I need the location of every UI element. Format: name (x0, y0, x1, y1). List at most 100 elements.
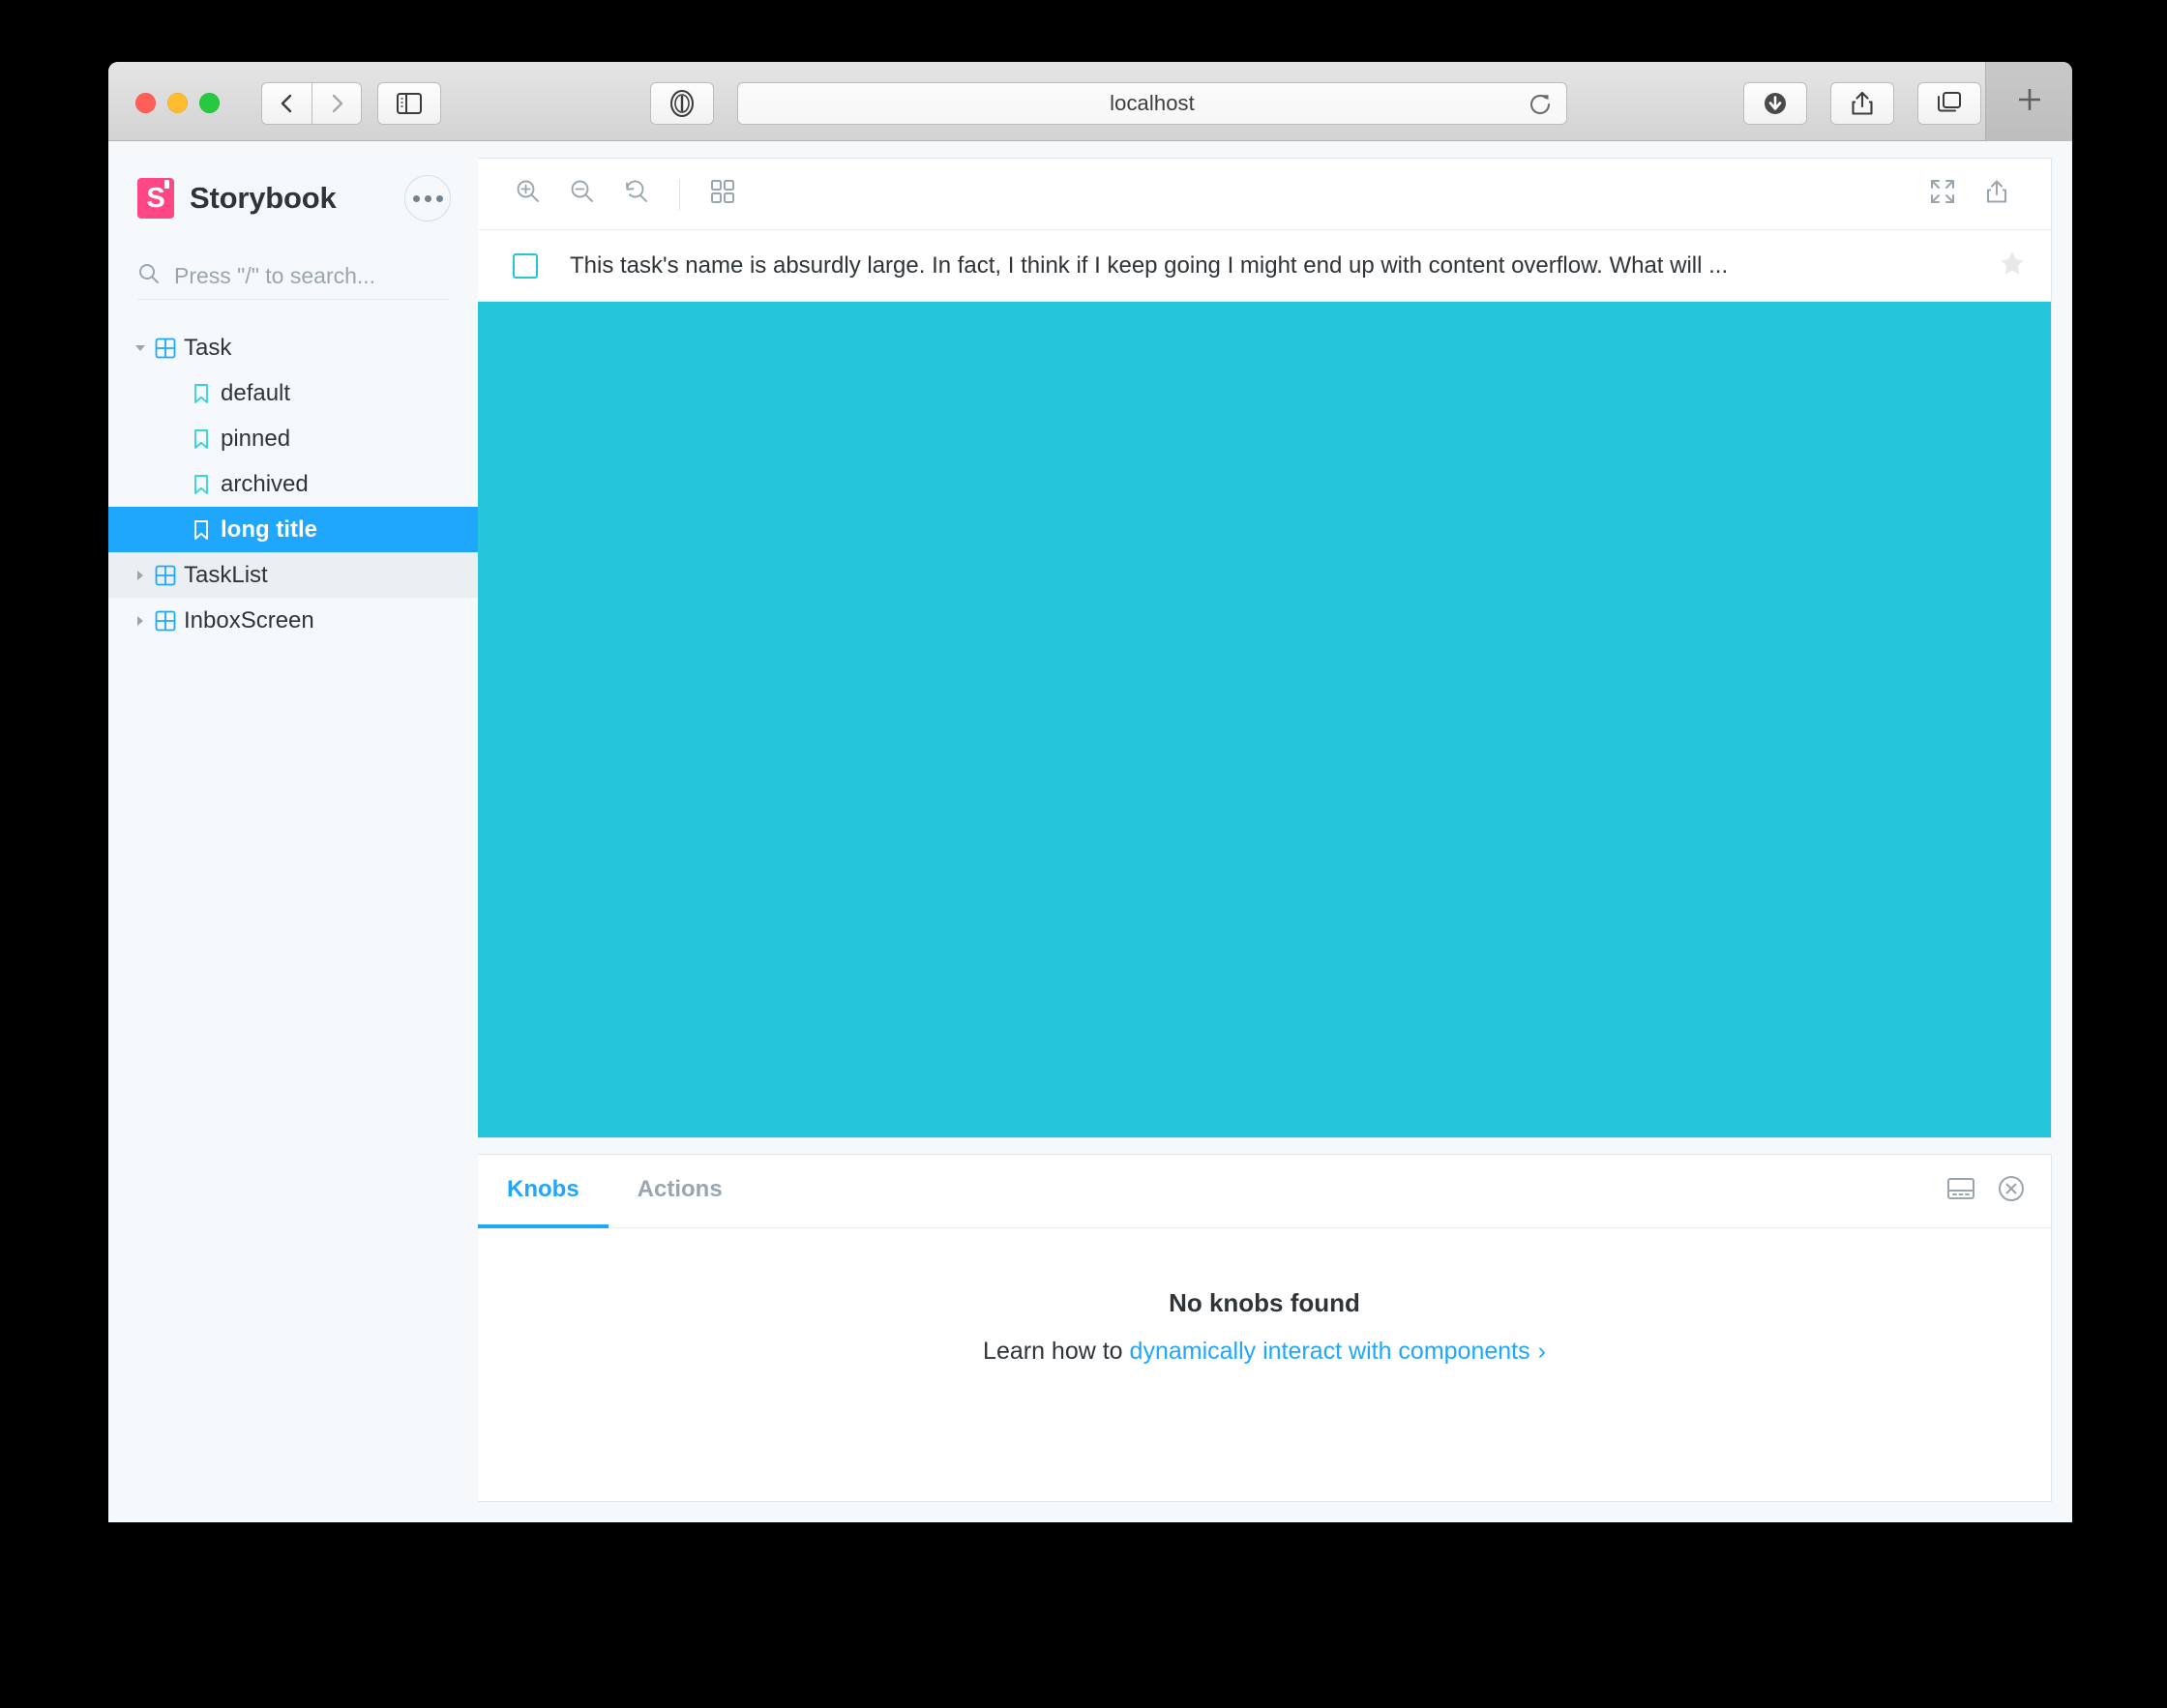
canvas-toolbar (478, 159, 2051, 230)
addon-panel: Knobs Actions No knobs found Learn how t… (478, 1155, 2051, 1501)
learn-knobs-link[interactable]: dynamically interact with components › (1130, 1338, 1546, 1365)
share-icon (1984, 178, 2009, 210)
story-canvas (478, 302, 2051, 1137)
browser-window: localhost S Storybook Press "/" to searc… (108, 62, 2072, 1522)
addon-tools (1946, 1155, 2026, 1227)
task-checkbox[interactable] (513, 252, 538, 279)
maximize-window-button[interactable] (199, 93, 220, 113)
sidebar-menu-button[interactable] (404, 175, 451, 221)
zoom-out-button[interactable] (555, 167, 609, 221)
address-bar[interactable]: localhost (737, 82, 1567, 125)
pin-task-button[interactable] (1999, 250, 2026, 281)
chevron-down-icon (134, 341, 155, 355)
sidebar-item-archived[interactable]: archived (108, 461, 478, 507)
sidebar-item-label: long title (221, 515, 317, 543)
open-in-new-tab-button[interactable] (1970, 167, 2024, 221)
storybook-main: This task's name is absurdly large. In f… (478, 141, 2072, 1522)
bookmark-icon (192, 474, 221, 495)
sidebar-item-default[interactable]: default (108, 370, 478, 416)
tab-knobs-label: Knobs (507, 1176, 579, 1202)
url-text: localhost (1110, 91, 1195, 115)
task-row: This task's name is absurdly large. In f… (478, 230, 2051, 302)
storybook-app: S Storybook Press "/" to search... Task … (108, 141, 2072, 1522)
close-addon-panel-button[interactable] (1997, 1174, 2026, 1208)
empty-state-prefix: Learn how to (983, 1338, 1130, 1365)
reader-mode-button[interactable] (650, 82, 714, 125)
grid-backgrounds-icon (710, 179, 735, 209)
ellipsis-icon (435, 194, 443, 202)
tab-overview-button[interactable] (1917, 82, 1981, 125)
fullscreen-button[interactable] (1915, 167, 1970, 221)
chevron-right-icon (327, 92, 346, 115)
task-title: This task's name is absurdly large. In f… (570, 251, 1729, 279)
zoom-reset-button[interactable] (609, 167, 664, 221)
zoom-in-icon (515, 178, 542, 210)
component-grid-icon (155, 565, 184, 586)
component-grid-icon (155, 338, 184, 359)
sidebar-item-task[interactable]: Task (108, 325, 478, 370)
addon-panel-body: No knobs found Learn how to dynamically … (478, 1228, 2051, 1501)
zoom-reset-icon (623, 178, 650, 210)
search-input[interactable]: Press "/" to search... (137, 253, 449, 300)
reload-button[interactable] (1528, 92, 1553, 122)
reload-icon (1528, 94, 1553, 121)
sidebar-icon (397, 93, 422, 114)
star-icon (1999, 251, 2026, 280)
addon-tab-bar: Knobs Actions (478, 1155, 2051, 1228)
reader-mode-icon (669, 89, 695, 118)
zoom-out-icon (569, 178, 596, 210)
sidebar-item-label: InboxScreen (184, 606, 314, 633)
component-grid-icon (155, 610, 184, 632)
forward-button[interactable] (312, 82, 362, 125)
ellipsis-icon (412, 194, 420, 202)
preview-panel: This task's name is absurdly large. In f… (478, 159, 2051, 1137)
storybook-logo-icon: S (137, 178, 174, 219)
back-button[interactable] (261, 82, 312, 125)
close-window-button[interactable] (135, 93, 156, 113)
story-tree: Task default pinned archived long title TaskL… (108, 325, 478, 643)
chevron-right-icon: › (1537, 1338, 1546, 1365)
chevron-right-icon (134, 614, 155, 628)
empty-state-subtitle: Learn how to dynamically interact with c… (983, 1338, 1546, 1366)
sidebar-item-label: TaskList (184, 561, 268, 588)
panel-position-button[interactable] (1946, 1176, 1975, 1206)
minimize-window-button[interactable] (167, 93, 188, 113)
chevron-left-icon (278, 92, 297, 115)
tab-actions[interactable]: Actions (609, 1155, 752, 1228)
search-placeholder: Press "/" to search... (174, 263, 376, 288)
sidebar-header: S Storybook (108, 170, 478, 226)
sidebar-item-label: pinned (221, 425, 291, 452)
logo-letter: S (146, 182, 165, 214)
sidebar-item-long-title[interactable]: long title (108, 507, 478, 552)
share-button[interactable] (1830, 82, 1894, 125)
toolbar-divider (679, 178, 680, 210)
sidebar-item-label: archived (221, 470, 309, 497)
download-icon (1762, 90, 1789, 117)
learn-knobs-link-label: dynamically interact with components (1129, 1338, 1530, 1365)
downloads-button[interactable] (1743, 82, 1807, 125)
tab-knobs[interactable]: Knobs (478, 1155, 609, 1228)
tab-overview-icon (1936, 91, 1963, 116)
new-tab-button[interactable] (1985, 62, 2072, 141)
plus-icon (2013, 83, 2046, 121)
page-title: Storybook (190, 181, 337, 215)
search-icon (137, 262, 161, 290)
empty-state-title: No knobs found (1169, 1288, 1360, 1317)
sidebar-item-pinned[interactable]: pinned (108, 416, 478, 461)
backgrounds-button[interactable] (696, 167, 750, 221)
bookmark-icon (192, 428, 221, 450)
bookmark-icon (192, 519, 221, 541)
browser-toolbar: localhost (108, 62, 2072, 141)
panel-position-icon (1946, 1178, 1975, 1205)
share-icon (1850, 90, 1875, 117)
ellipsis-icon (424, 194, 431, 202)
zoom-in-button[interactable] (501, 167, 555, 221)
expand-icon (1929, 178, 1956, 210)
sidebar-item-inboxscreen[interactable]: InboxScreen (108, 598, 478, 643)
bookmark-icon (192, 383, 221, 404)
sidebar-toggle-button[interactable] (377, 82, 441, 125)
window-controls (135, 93, 220, 113)
storybook-sidebar: S Storybook Press "/" to search... Task … (108, 141, 478, 1522)
close-circle-icon (1997, 1176, 2026, 1207)
sidebar-item-tasklist[interactable]: TaskList (108, 552, 478, 598)
